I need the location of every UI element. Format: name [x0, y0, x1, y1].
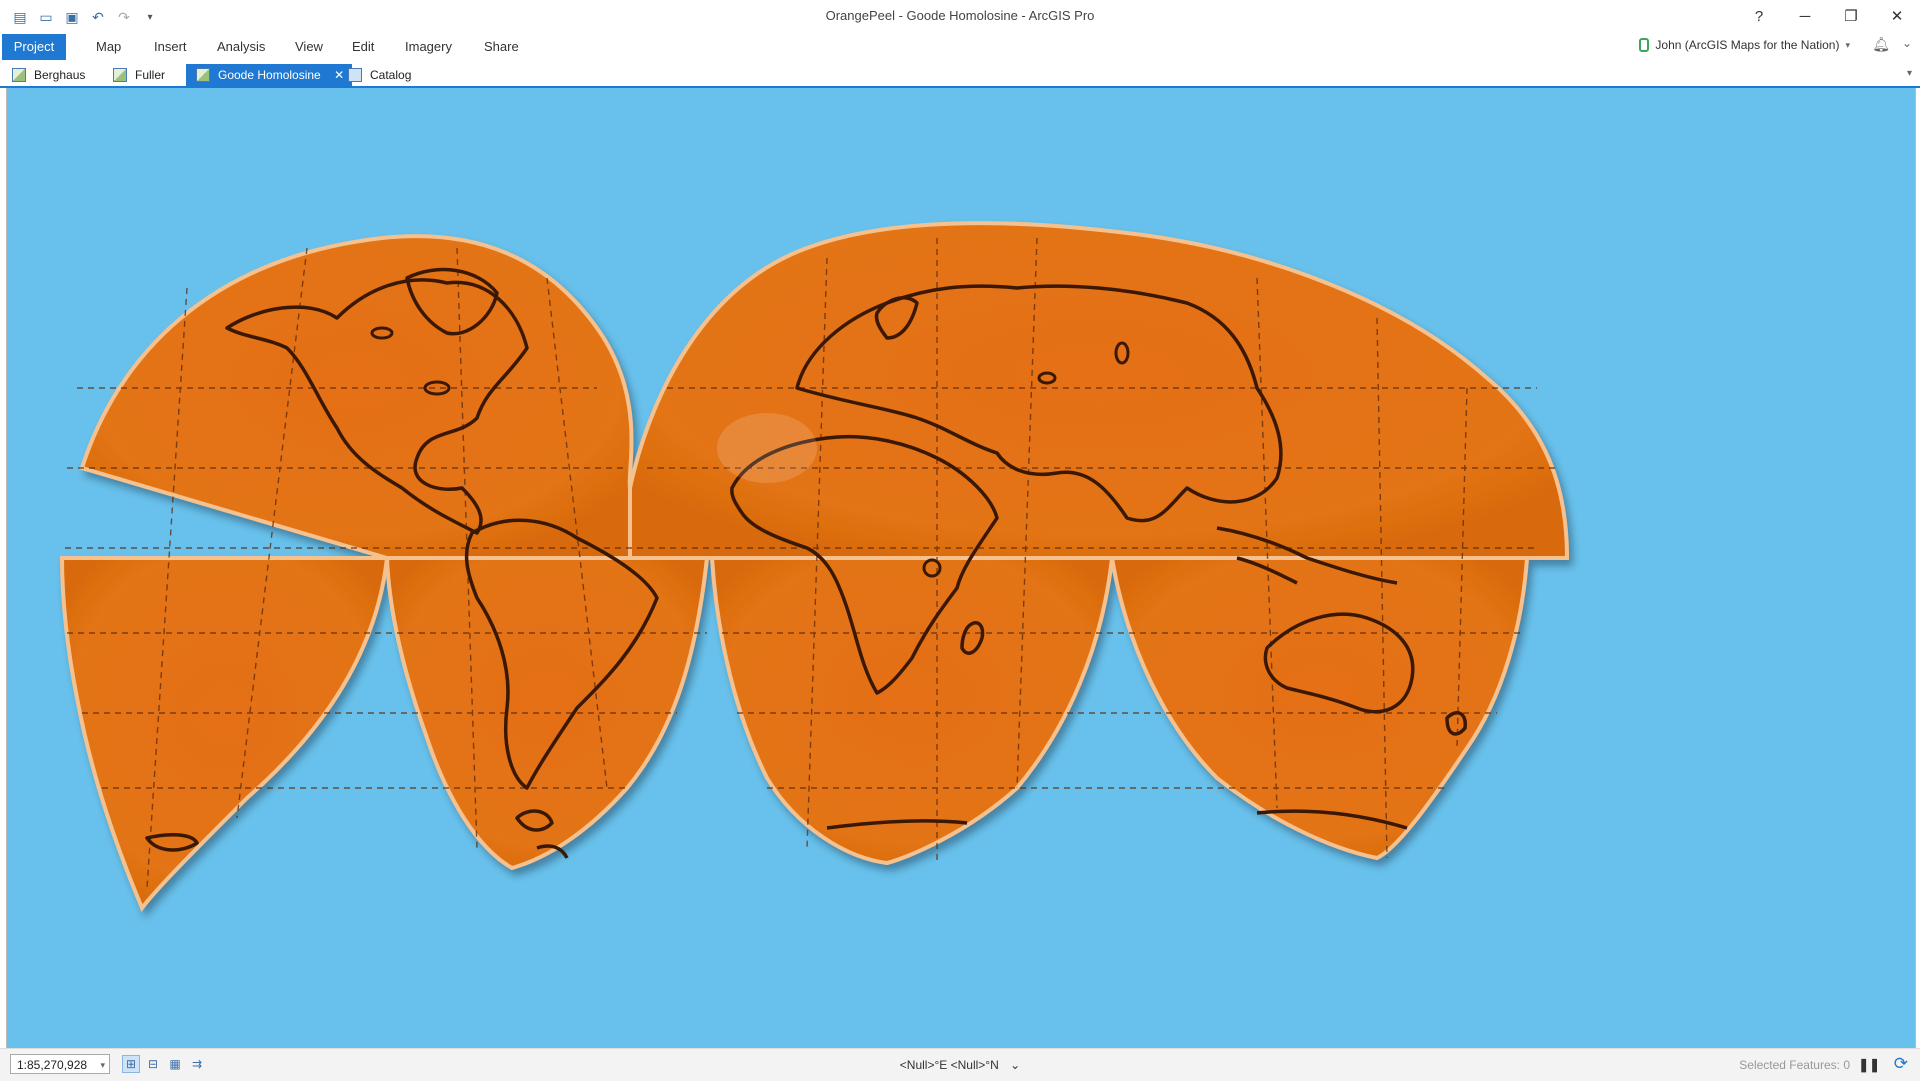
lobe-south-3: [709, 556, 1115, 866]
view-tab-label: Catalog: [370, 68, 412, 82]
coordinates-text: <Null>°E <Null>°N: [899, 1058, 999, 1072]
title-bar: ▤ ▭ ▣ ↶ ↷ ▾ OrangePeel - Goode Homolosin…: [0, 0, 1920, 32]
lobe-north-right: [628, 221, 1570, 560]
minimize-button[interactable]: ─: [1782, 0, 1828, 32]
tab-insert[interactable]: Insert: [142, 34, 199, 60]
view-tab-label: Goode Homolosine: [218, 68, 321, 82]
user-name: John (ArcGIS Maps for the Nation): [1655, 38, 1840, 52]
window-title: OrangePeel - Goode Homolosine - ArcGIS P…: [825, 8, 1095, 23]
tab-project[interactable]: Project: [2, 34, 66, 60]
help-button[interactable]: ?: [1736, 0, 1782, 32]
notification-bell-icon[interactable]: 🔔︎: [1872, 36, 1890, 53]
highlight-glow: [717, 413, 817, 483]
tab-imagery[interactable]: Imagery: [393, 34, 464, 60]
status-bar: 1:85,270,928 ▾ ⊞ ⊟ ▦ ⇉ <Null>°E <Null>°N…: [0, 1048, 1920, 1081]
view-tab-catalog[interactable]: Catalog: [338, 64, 419, 86]
chevron-down-icon[interactable]: ⌄: [1010, 1058, 1020, 1072]
user-account[interactable]: John (ArcGIS Maps for the Nation) ▾: [1639, 38, 1850, 52]
refresh-icon[interactable]: ⟳: [1894, 1054, 1908, 1074]
license-icon: [1639, 38, 1650, 52]
pause-drawing-button[interactable]: ❚❚: [1858, 1057, 1880, 1073]
catalog-icon: [348, 68, 362, 82]
map-view-icon: [113, 68, 127, 82]
view-tab-goode-homolosine[interactable]: Goode Homolosine ✕: [186, 64, 353, 86]
tab-list-dropdown-icon[interactable]: ▾: [1907, 68, 1912, 79]
map-view[interactable]: [6, 88, 1916, 1048]
lobe-north-left: [79, 234, 634, 560]
restore-button[interactable]: ❐: [1828, 0, 1874, 32]
view-tabs: Berghaus Fuller Goode Homolosine ✕ Catal…: [0, 64, 1920, 88]
tab-share[interactable]: Share: [472, 34, 531, 60]
view-tab-berghaus[interactable]: Berghaus: [2, 64, 93, 86]
land-lobes: [59, 221, 1570, 912]
close-button[interactable]: ✕: [1874, 0, 1920, 32]
map-view-icon: [12, 68, 26, 82]
map-canvas[interactable]: [7, 88, 1915, 1048]
tab-map[interactable]: Map: [84, 34, 133, 60]
view-tab-label: Fuller: [135, 68, 166, 82]
tab-analysis[interactable]: Analysis: [205, 34, 277, 60]
tab-view[interactable]: View: [283, 34, 335, 60]
view-tab-fuller[interactable]: Fuller: [103, 64, 173, 86]
coordinate-readout[interactable]: <Null>°E <Null>°N ⌄: [0, 1058, 1920, 1072]
view-tab-label: Berghaus: [34, 68, 86, 82]
map-view-icon: [196, 68, 210, 82]
selected-features[interactable]: Selected Features: 0: [1739, 1058, 1850, 1072]
tab-edit[interactable]: Edit: [340, 34, 386, 60]
ribbon-tabs: Project Map Insert Analysis View Edit Im…: [0, 34, 1920, 60]
user-caret-icon: ▾: [1845, 39, 1850, 50]
lobe-south-1: [59, 556, 390, 912]
ribbon-collapse-icon[interactable]: ⌄: [1902, 36, 1912, 50]
